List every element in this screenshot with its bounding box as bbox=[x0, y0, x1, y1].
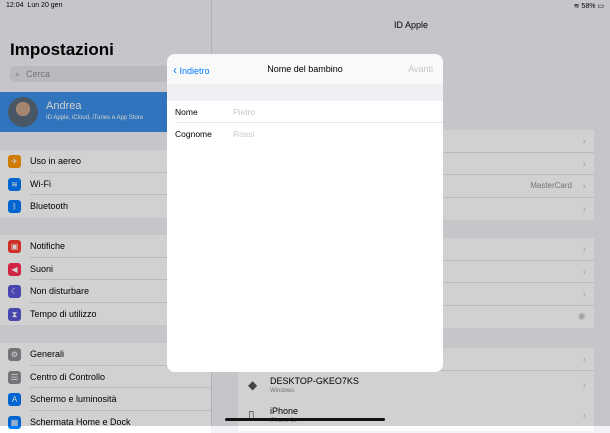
sheet-title: Nome del bambino bbox=[267, 64, 343, 74]
name-form: Nome Pietro Cognome Rossi bbox=[167, 101, 443, 145]
first-name-label: Nome bbox=[175, 107, 198, 117]
first-name-field[interactable]: Pietro bbox=[233, 107, 255, 117]
last-name-label: Cognome bbox=[175, 129, 212, 139]
sheet-header: ‹ Indietro Nome del bambino Avanti bbox=[167, 54, 443, 84]
home-indicator[interactable] bbox=[225, 418, 385, 421]
sheet-body bbox=[167, 145, 443, 372]
last-name-field[interactable]: Rossi bbox=[233, 129, 254, 139]
first-name-row[interactable]: Nome Pietro bbox=[167, 101, 443, 123]
last-name-row[interactable]: Cognome Rossi bbox=[167, 123, 443, 145]
child-name-sheet: ‹ Indietro Nome del bambino Avanti Nome … bbox=[167, 54, 443, 372]
next-button[interactable]: Avanti bbox=[408, 64, 433, 74]
